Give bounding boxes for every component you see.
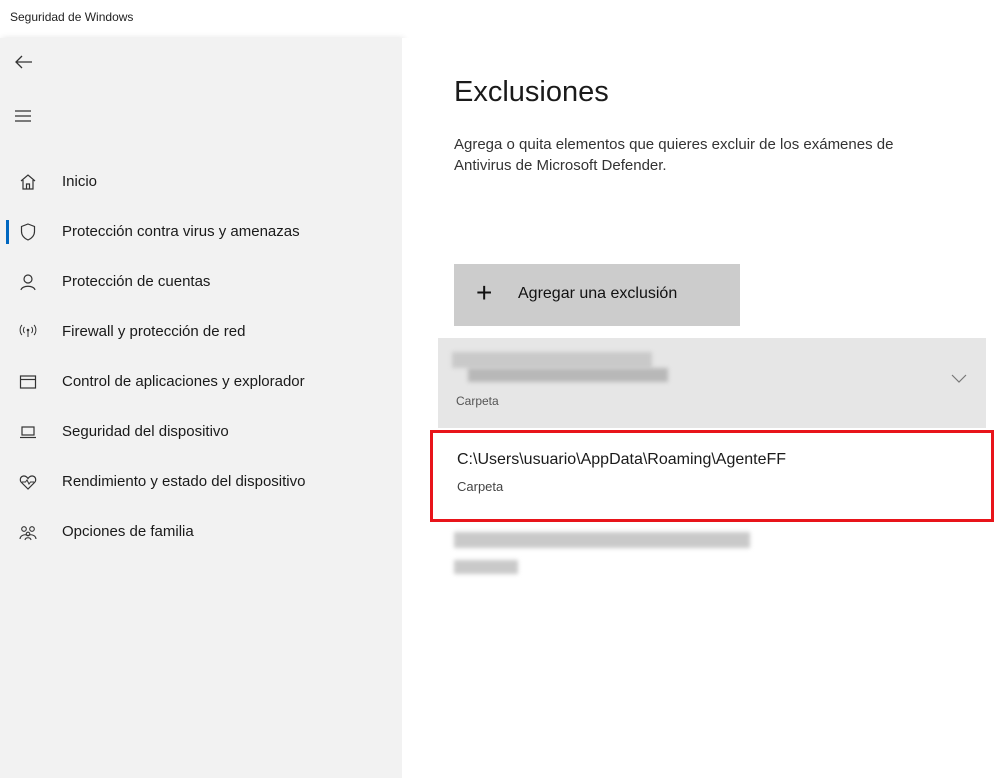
exclusion-item-redacted[interactable] bbox=[454, 526, 774, 586]
page-title: Exclusiones bbox=[454, 76, 609, 108]
app-window-icon bbox=[18, 372, 38, 392]
exclusion-item-highlighted[interactable]: C:\Users\usuario\AppData\Roaming\AgenteF… bbox=[430, 430, 994, 522]
sidebar-item-device-security[interactable]: Seguridad del dispositivo bbox=[0, 412, 402, 452]
family-icon bbox=[18, 522, 38, 542]
sidebar-item-account-protection[interactable]: Protección de cuentas bbox=[0, 262, 402, 302]
sidebar-item-inicio[interactable]: Inicio bbox=[0, 162, 402, 202]
sidebar-item-label: Protección de cuentas bbox=[62, 273, 211, 290]
sidebar-item-label: Firewall y protección de red bbox=[62, 323, 246, 340]
title-bar: Seguridad de Windows bbox=[0, 0, 998, 36]
sidebar-item-device-performance[interactable]: Rendimiento y estado del dispositivo bbox=[0, 462, 402, 502]
redacted-path bbox=[452, 352, 652, 368]
page-description-line-1: Agrega o quita elementos que quieres exc… bbox=[454, 136, 894, 153]
sidebar-item-label: Inicio bbox=[62, 173, 98, 190]
sidebar-item-app-browser-control[interactable]: Control de aplicaciones y explorador bbox=[0, 362, 402, 402]
person-icon bbox=[18, 272, 38, 292]
chevron-down-icon[interactable] bbox=[950, 372, 968, 384]
redacted-path bbox=[454, 532, 750, 548]
page-description: Agrega o quita elementos que quieres exc… bbox=[454, 134, 998, 176]
sidebar-item-label: Protección contra virus y amenazas bbox=[62, 223, 300, 240]
sidebar: Inicio Protección contra virus y amenaza… bbox=[0, 38, 402, 778]
plus-icon: + bbox=[476, 277, 493, 308]
sidebar-item-family-options[interactable]: Opciones de familia bbox=[0, 512, 402, 552]
window-title: Seguridad de Windows bbox=[10, 10, 134, 24]
sidebar-item-virus-protection[interactable]: Protección contra virus y amenazas bbox=[0, 212, 402, 252]
redacted-path-line bbox=[468, 368, 668, 382]
exclusion-item-redacted-expanded[interactable]: Carpeta bbox=[438, 338, 986, 428]
wifi-antenna-icon bbox=[18, 322, 38, 342]
home-icon bbox=[18, 172, 38, 192]
page-description-line-2: Antivirus de Microsoft Defender. bbox=[454, 157, 667, 174]
sidebar-item-label: Control de aplicaciones y explorador bbox=[62, 373, 305, 390]
shield-icon bbox=[18, 222, 38, 242]
heart-pulse-icon bbox=[18, 472, 38, 492]
sidebar-item-label: Opciones de familia bbox=[62, 523, 194, 540]
sidebar-item-label: Seguridad del dispositivo bbox=[62, 423, 229, 440]
hamburger-icon[interactable] bbox=[12, 106, 36, 126]
exclusion-type: Carpeta bbox=[457, 479, 504, 494]
sidebar-item-label: Rendimiento y estado del dispositivo bbox=[62, 473, 306, 490]
add-exclusion-button[interactable]: + Agregar una exclusión bbox=[454, 264, 740, 326]
laptop-icon bbox=[18, 422, 38, 442]
selected-indicator bbox=[6, 220, 9, 244]
redacted-type bbox=[454, 560, 518, 574]
exclusion-path: C:\Users\usuario\AppData\Roaming\AgenteF… bbox=[457, 451, 787, 468]
exclusion-type: Carpeta bbox=[456, 394, 499, 408]
add-exclusion-label: Agregar una exclusión bbox=[518, 285, 678, 302]
main-content: Exclusiones Agrega o quita elementos que… bbox=[402, 38, 998, 778]
sidebar-item-firewall[interactable]: Firewall y protección de red bbox=[0, 312, 402, 352]
back-arrow-icon[interactable] bbox=[12, 52, 36, 72]
